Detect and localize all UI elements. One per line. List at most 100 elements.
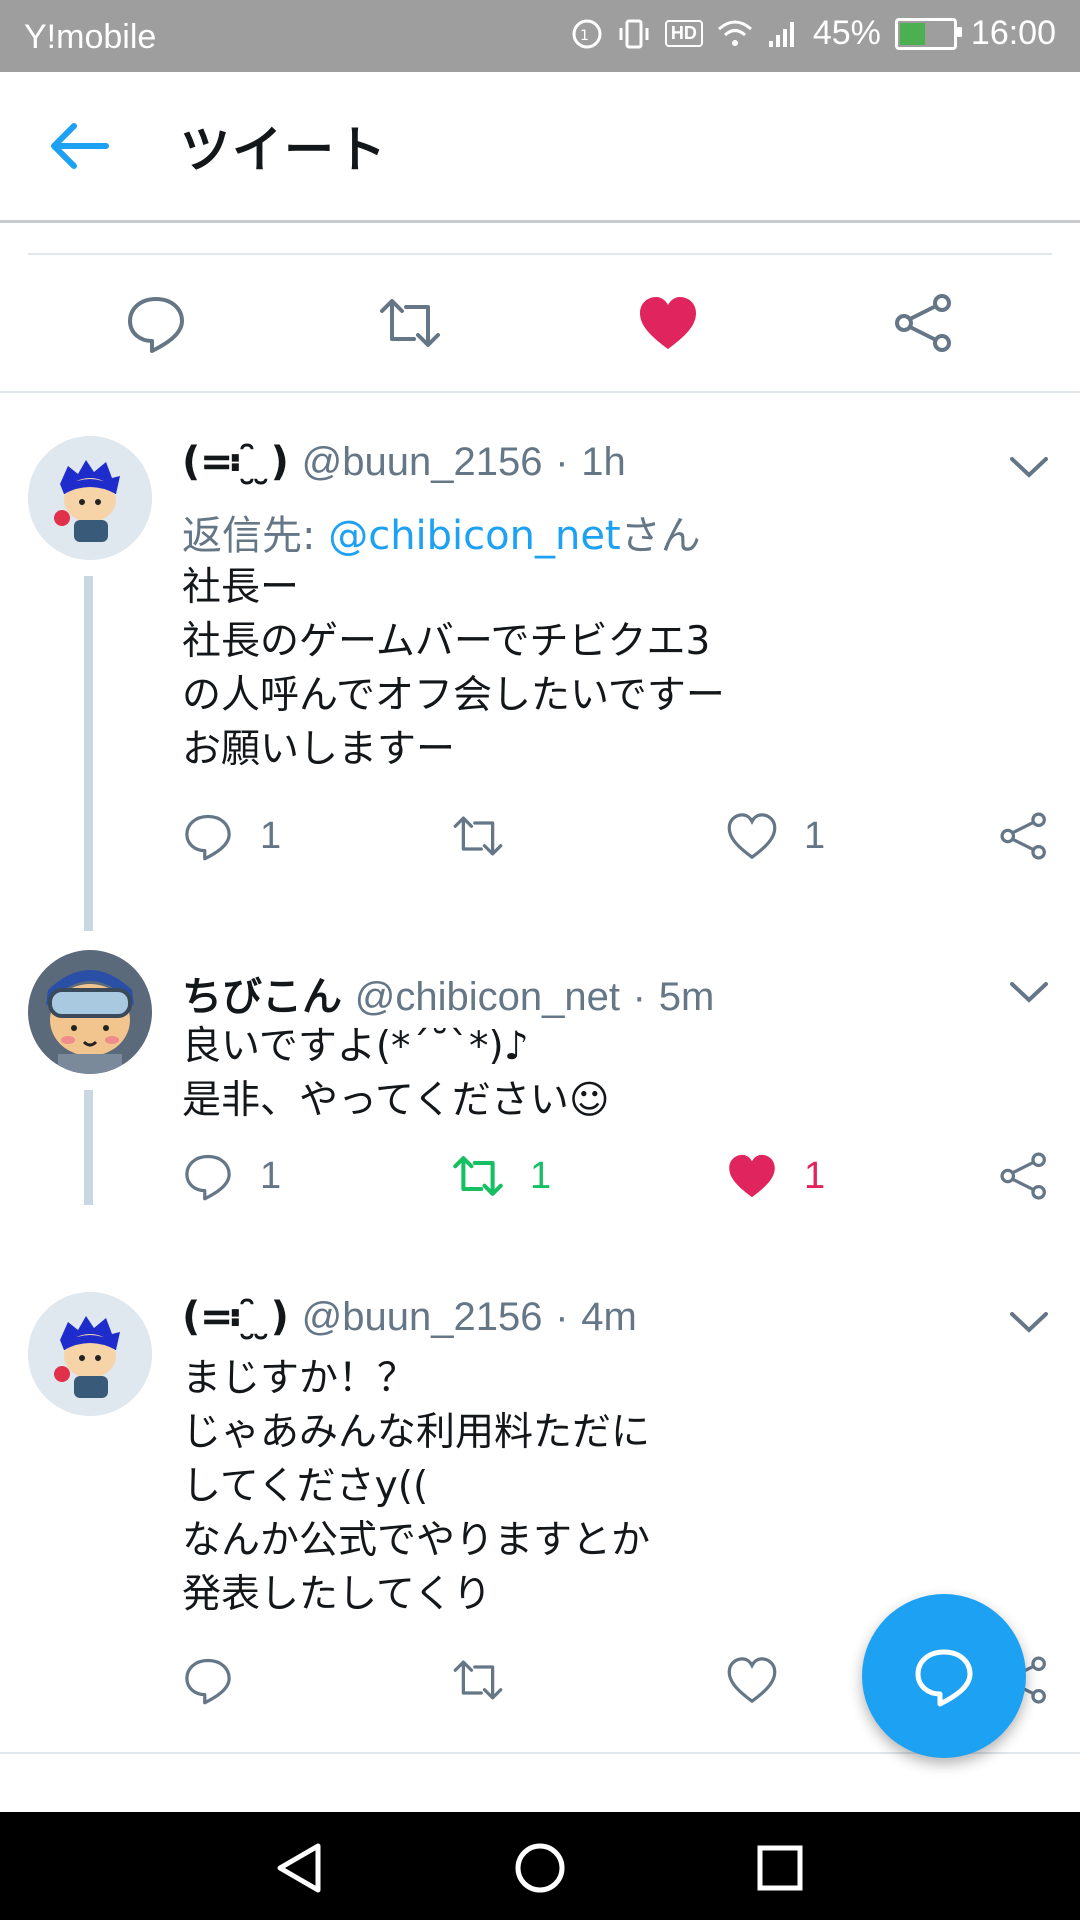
circle-home-icon (515, 1843, 565, 1893)
avatar[interactable] (28, 950, 152, 1074)
share-icon (1000, 812, 1046, 860)
status-bar: Y!mobile 1 HD 45% 16:00 (0, 0, 1080, 72)
retweet-button[interactable] (452, 810, 530, 862)
signal-icon (767, 19, 799, 49)
retweet-button[interactable]: 1 (452, 1150, 551, 1202)
reply-mention-link[interactable]: @chibicon_net (328, 513, 620, 559)
tweet-header: (≕ ̮̑ ̮) @buun_2156 · 4m (182, 1294, 637, 1340)
carrier-label: Y!mobile (24, 18, 157, 56)
timestamp: 5m (658, 975, 715, 1019)
separator-dot: · (555, 440, 569, 484)
nav-recents-button[interactable] (752, 1840, 808, 1896)
like-count: 1 (804, 814, 826, 857)
app-header: ツイート (0, 72, 1080, 223)
share-button[interactable] (998, 1150, 1050, 1202)
vibrate-icon (617, 18, 651, 50)
reply-to-line: 返信先: @chibicon_netさん (182, 503, 701, 561)
reply-count: 1 (260, 1154, 282, 1197)
share-icon (1000, 1152, 1046, 1200)
tweet-header: (≕ ̮̑ ̮) @buun_2156 · 1h (182, 439, 626, 485)
separator-dot: · (555, 1295, 569, 1339)
battery-fill (899, 22, 926, 45)
retweet-button[interactable] (452, 1654, 530, 1706)
reply-count: 1 (260, 814, 282, 857)
tweet-actions: 1 1 1 (0, 1150, 1080, 1210)
main-tweet-actions (0, 255, 1080, 391)
retweet-icon (453, 1156, 503, 1196)
avatar-image (28, 950, 152, 1074)
tweet-actions: 1 1 (0, 810, 1080, 870)
avatar[interactable] (28, 436, 152, 560)
wifi-icon (717, 19, 753, 49)
chevron-down-icon (1010, 982, 1048, 1003)
heart-filled-icon (729, 1154, 775, 1198)
retweet-icon (380, 299, 440, 347)
reply-icon (128, 297, 184, 353)
square-recents-icon (757, 1845, 803, 1891)
data-saver-icon: 1 (571, 18, 603, 50)
separator-dot: · (632, 975, 646, 1019)
tweet-menu-button[interactable] (1008, 978, 1050, 1008)
chevron-down-icon (1010, 457, 1048, 478)
clock: 16:00 (970, 14, 1056, 52)
like-button[interactable]: 1 (726, 810, 825, 862)
divider (0, 391, 1080, 393)
reply-icon (185, 814, 231, 861)
back-button[interactable] (48, 120, 112, 172)
thread-line (84, 576, 93, 931)
share-icon (895, 294, 951, 352)
battery-icon (894, 17, 962, 50)
reply-prefix: 返信先: (182, 513, 329, 559)
reply-icon (185, 1658, 231, 1705)
display-name[interactable]: ちびこん (182, 974, 342, 1020)
share-button[interactable] (998, 810, 1050, 862)
tweet-menu-button[interactable] (1008, 453, 1050, 483)
reply-button[interactable]: 1 (182, 1150, 281, 1202)
timestamp: 4m (581, 1295, 637, 1339)
tweet-text: まじすか！？ じゃあみんな利用料ただに してくださy(( なんか公式でやりますと… (182, 1356, 651, 1617)
like-button[interactable] (726, 1654, 804, 1706)
heart-outline-icon (727, 1657, 777, 1704)
tweet-header: ちびこん @chibicon_net · 5m (182, 964, 714, 1022)
triangle-back-icon (277, 1843, 321, 1893)
user-handle[interactable]: @chibicon_net (355, 975, 620, 1019)
display-name[interactable]: (≕ ̮̑ ̮) (182, 1294, 289, 1340)
user-handle[interactable]: @buun_2156 (302, 1295, 543, 1339)
reply-button[interactable]: 1 (182, 810, 281, 862)
main-like-button[interactable] (636, 291, 700, 355)
reply-icon (185, 1154, 231, 1201)
heart-filled-icon (640, 297, 696, 349)
svg-text:1: 1 (580, 28, 589, 44)
avatar-image (28, 1292, 152, 1416)
display-name[interactable]: (≕ ̮̑ ̮) (182, 439, 289, 485)
nav-home-button[interactable] (512, 1840, 568, 1896)
chevron-down-icon (1010, 1312, 1048, 1333)
main-retweet-button[interactable] (378, 291, 442, 355)
like-count: 1 (804, 1154, 826, 1197)
reply-icon (915, 1649, 973, 1707)
retweet-icon (453, 816, 503, 856)
like-button[interactable]: 1 (726, 1150, 825, 1202)
tweet-text: 社長ー 社長のゲームバーでチビクエ3 の人呼んでオフ会したいですー お願いします… (182, 565, 725, 772)
main-reply-button[interactable] (124, 291, 188, 355)
status-icons: 1 HD 45% 16:00 (571, 14, 1056, 53)
retweet-count: 1 (530, 1154, 552, 1197)
nav-back-button[interactable] (272, 1840, 328, 1896)
arrow-left-icon (51, 123, 109, 169)
page-title: ツイート (180, 121, 388, 179)
compose-reply-fab[interactable] (862, 1594, 1026, 1758)
user-handle[interactable]: @buun_2156 (302, 440, 543, 484)
system-nav-bar (0, 1812, 1080, 1920)
tweet-menu-button[interactable] (1008, 1308, 1050, 1338)
hd-badge: HD (664, 20, 703, 47)
heart-outline-icon (727, 813, 777, 860)
reply-suffix: さん (620, 513, 701, 559)
reply-button[interactable] (182, 1654, 260, 1706)
main-share-button[interactable] (892, 291, 956, 355)
avatar[interactable] (28, 1292, 152, 1416)
battery-percent: 45% (812, 14, 881, 52)
tweet-text: 良いですよ(*´˘`*)♪ 是非、やってください☺ (182, 1024, 610, 1123)
timestamp: 1h (581, 440, 626, 484)
retweet-icon (453, 1660, 503, 1700)
avatar-image (28, 436, 152, 560)
